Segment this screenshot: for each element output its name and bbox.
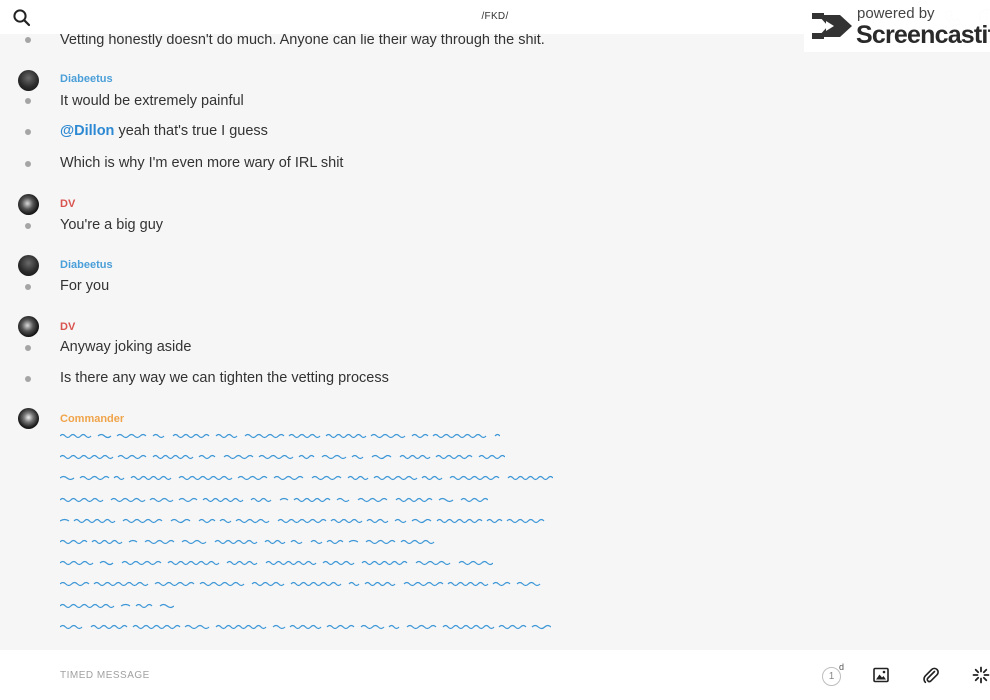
avatar-diabeetus[interactable] xyxy=(18,255,39,276)
message-bullet xyxy=(25,223,31,229)
author-name[interactable]: Diabeetus xyxy=(60,259,113,271)
message-text: It would be extremely painful xyxy=(60,93,244,109)
message-text: Which is why I'm even more wary of IRL s… xyxy=(60,155,344,171)
watermark-powered-text: powered by xyxy=(857,5,935,22)
message-text: For you xyxy=(60,278,110,294)
message-input[interactable] xyxy=(60,660,760,690)
scribble-line xyxy=(60,476,553,481)
message-text: @Dillon yeah that's true I guess xyxy=(60,123,268,139)
avatar-dv[interactable] xyxy=(18,194,39,215)
timer-unit: d xyxy=(839,662,845,672)
avatar-commander[interactable] xyxy=(18,408,39,429)
avatar-dv[interactable] xyxy=(18,316,39,337)
scribble-line xyxy=(60,539,435,545)
scribble-line xyxy=(60,455,505,460)
message-bullet xyxy=(25,284,31,290)
message-bullet xyxy=(25,345,31,351)
scribble-line xyxy=(60,603,174,608)
message-text: You're a big guy xyxy=(60,217,164,233)
scribble-line xyxy=(60,561,493,566)
message-list[interactable]: Vetting honestly doesn't do much. Anyone… xyxy=(0,34,990,650)
message-bullet xyxy=(25,37,31,43)
message-text: Anyway joking aside xyxy=(60,339,192,355)
mention-link[interactable]: @Dillon xyxy=(60,123,114,139)
message-text-part: yeah that's true I guess xyxy=(114,123,268,139)
image-icon[interactable] xyxy=(873,667,889,683)
scribble-line xyxy=(60,624,551,629)
message-text: Is there any way we can tighten the vett… xyxy=(60,370,389,386)
message-text: Vetting honestly doesn't do much. Anyone… xyxy=(60,34,545,48)
scribble-line xyxy=(60,518,545,523)
message-bullet xyxy=(25,161,31,167)
author-name[interactable]: Diabeetus xyxy=(60,73,113,85)
message-bullet xyxy=(25,376,31,382)
scribble-line xyxy=(60,582,541,587)
message-bullet xyxy=(25,129,31,135)
author-name[interactable]: Commander xyxy=(60,413,124,425)
message-bullet xyxy=(25,98,31,104)
author-name[interactable]: DV xyxy=(60,198,75,210)
scribble-line xyxy=(60,497,488,502)
author-name[interactable]: DV xyxy=(60,321,75,333)
scribble-line xyxy=(60,433,500,439)
paperclip-icon[interactable] xyxy=(922,666,940,684)
timed-message-button[interactable]: 1 d xyxy=(822,662,846,688)
avatar-diabeetus[interactable] xyxy=(18,70,39,91)
sparkle-icon[interactable] xyxy=(972,666,990,684)
